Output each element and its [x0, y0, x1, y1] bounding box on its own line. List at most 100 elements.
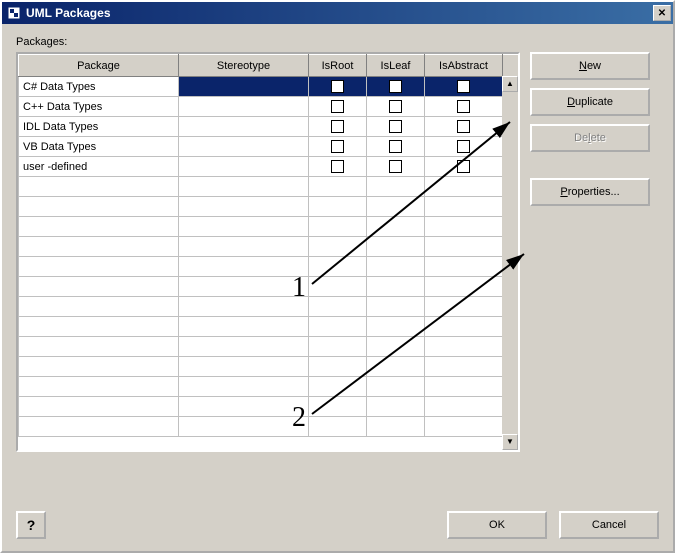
- col-header-isabstract[interactable]: IsAbstract: [425, 55, 503, 77]
- cell-stereotype: [179, 277, 309, 297]
- ok-button[interactable]: OK: [447, 511, 547, 539]
- cell-stereotype[interactable]: [179, 137, 309, 157]
- isleaf-checkbox[interactable]: [389, 120, 402, 133]
- cell-isroot[interactable]: [309, 117, 367, 137]
- cell-isleaf: [367, 357, 425, 377]
- cell-isleaf[interactable]: [367, 77, 425, 97]
- cell-package: [19, 277, 179, 297]
- cell-package[interactable]: VB Data Types: [19, 137, 179, 157]
- cell-isroot[interactable]: [309, 137, 367, 157]
- cell-isroot: [309, 297, 367, 317]
- table-row: [19, 237, 521, 257]
- table-row[interactable]: C++ Data Types: [19, 97, 521, 117]
- close-button[interactable]: ✕: [653, 5, 671, 21]
- cancel-button[interactable]: Cancel: [559, 511, 659, 539]
- cell-stereotype: [179, 337, 309, 357]
- cell-package: [19, 377, 179, 397]
- table-row[interactable]: user -defined: [19, 157, 521, 177]
- cell-isleaf[interactable]: [367, 137, 425, 157]
- packages-grid[interactable]: Package Stereotype IsRoot IsLeaf IsAbstr…: [16, 52, 520, 452]
- table-row: [19, 257, 521, 277]
- cell-stereotype: [179, 317, 309, 337]
- cell-package: [19, 297, 179, 317]
- isleaf-checkbox[interactable]: [389, 100, 402, 113]
- cell-stereotype: [179, 177, 309, 197]
- cell-stereotype[interactable]: [179, 157, 309, 177]
- cell-isabstract: [425, 417, 503, 437]
- cell-isabstract[interactable]: [425, 137, 503, 157]
- cell-package: [19, 417, 179, 437]
- cell-stereotype[interactable]: [179, 97, 309, 117]
- scroll-down-icon[interactable]: ▼: [502, 434, 518, 450]
- col-header-isroot[interactable]: IsRoot: [309, 55, 367, 77]
- properties-button[interactable]: Properties...: [530, 178, 650, 206]
- cell-package: [19, 217, 179, 237]
- cell-package[interactable]: user -defined: [19, 157, 179, 177]
- titlebar: UML Packages ✕: [2, 2, 673, 24]
- cell-isleaf: [367, 177, 425, 197]
- app-icon: [6, 5, 22, 21]
- cell-stereotype: [179, 197, 309, 217]
- table-row[interactable]: IDL Data Types: [19, 117, 521, 137]
- cell-isabstract: [425, 257, 503, 277]
- col-header-package[interactable]: Package: [19, 55, 179, 77]
- table-row: [19, 317, 521, 337]
- cell-package[interactable]: C# Data Types: [19, 77, 179, 97]
- cell-stereotype[interactable]: [179, 77, 309, 97]
- cell-isleaf: [367, 377, 425, 397]
- cell-package: [19, 257, 179, 277]
- cell-isleaf[interactable]: [367, 157, 425, 177]
- cell-isabstract: [425, 337, 503, 357]
- isleaf-checkbox[interactable]: [389, 160, 402, 173]
- isabstract-checkbox[interactable]: [457, 140, 470, 153]
- isleaf-checkbox[interactable]: [389, 80, 402, 93]
- scroll-up-icon[interactable]: ▲: [502, 76, 518, 92]
- cell-stereotype[interactable]: [179, 117, 309, 137]
- isabstract-checkbox[interactable]: [457, 100, 470, 113]
- cell-isabstract[interactable]: [425, 157, 503, 177]
- cell-package[interactable]: IDL Data Types: [19, 117, 179, 137]
- cell-isroot: [309, 317, 367, 337]
- table-row: [19, 337, 521, 357]
- cell-package: [19, 317, 179, 337]
- cell-package[interactable]: C++ Data Types: [19, 97, 179, 117]
- table-row: [19, 417, 521, 437]
- grid-scrollbar[interactable]: ▲ ▼: [502, 76, 518, 450]
- isabstract-checkbox[interactable]: [457, 80, 470, 93]
- isroot-checkbox[interactable]: [331, 100, 344, 113]
- isroot-checkbox[interactable]: [331, 160, 344, 173]
- new-button[interactable]: New: [530, 52, 650, 80]
- cell-isleaf[interactable]: [367, 97, 425, 117]
- dialog-window: UML Packages ✕ Packages: Package Stereot…: [0, 0, 675, 553]
- cell-stereotype: [179, 377, 309, 397]
- cell-isabstract: [425, 317, 503, 337]
- cell-stereotype: [179, 237, 309, 257]
- cell-isabstract[interactable]: [425, 97, 503, 117]
- isroot-checkbox[interactable]: [331, 80, 344, 93]
- cell-package: [19, 337, 179, 357]
- cell-isroot[interactable]: [309, 97, 367, 117]
- cell-isabstract[interactable]: [425, 77, 503, 97]
- isleaf-checkbox[interactable]: [389, 140, 402, 153]
- cell-isabstract[interactable]: [425, 117, 503, 137]
- cell-isabstract: [425, 297, 503, 317]
- cell-isabstract: [425, 277, 503, 297]
- cell-isroot: [309, 257, 367, 277]
- col-header-stereotype[interactable]: Stereotype: [179, 55, 309, 77]
- cell-isroot[interactable]: [309, 157, 367, 177]
- duplicate-button[interactable]: Duplicate: [530, 88, 650, 116]
- cell-isroot[interactable]: [309, 77, 367, 97]
- isabstract-checkbox[interactable]: [457, 120, 470, 133]
- cell-isleaf: [367, 277, 425, 297]
- col-header-isleaf[interactable]: IsLeaf: [367, 55, 425, 77]
- help-button[interactable]: ?: [16, 511, 46, 539]
- isroot-checkbox[interactable]: [331, 120, 344, 133]
- isroot-checkbox[interactable]: [331, 140, 344, 153]
- table-row: [19, 217, 521, 237]
- table-row[interactable]: C# Data Types: [19, 77, 521, 97]
- table-row[interactable]: VB Data Types: [19, 137, 521, 157]
- cell-isleaf: [367, 237, 425, 257]
- cell-isleaf[interactable]: [367, 117, 425, 137]
- isabstract-checkbox[interactable]: [457, 160, 470, 173]
- cell-isabstract: [425, 217, 503, 237]
